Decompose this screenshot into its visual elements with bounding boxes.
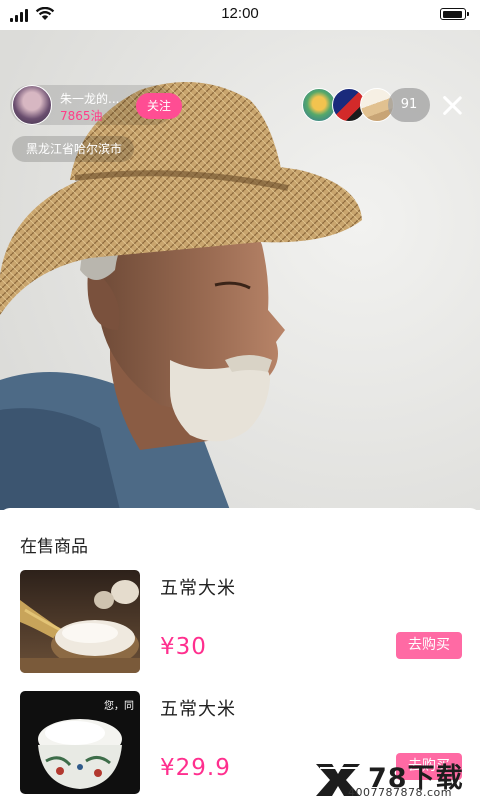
host-name: 朱一龙的... [60, 92, 120, 106]
thumbnail-caption: 您，同 [104, 701, 134, 712]
product-name: 五常大米 [160, 578, 236, 599]
status-bar: 12:00 [0, 0, 480, 30]
rice-bowl-image [20, 570, 140, 673]
product-price: ¥29.9 [160, 755, 231, 781]
viewer-avatar[interactable] [302, 88, 336, 122]
buy-button[interactable]: 去购买 [396, 632, 462, 659]
host-likes-count: 7865油 [60, 109, 103, 123]
product-item[interactable]: 五常大米 ¥30 去购买 [0, 570, 480, 682]
product-name: 五常大米 [160, 699, 236, 720]
watermark-phone: 4007787878.com [348, 786, 452, 799]
battery-icon [440, 8, 469, 20]
location-badge: 黑龙江省哈尔滨市 [12, 136, 135, 162]
watermark: 78下载 4007787878.com [308, 756, 480, 800]
product-price: ¥30 [160, 634, 207, 660]
product-thumbnail[interactable]: 您，同 [20, 691, 140, 794]
close-icon[interactable] [441, 94, 463, 116]
host-info[interactable]: 朱一龙的... 7865油 关注 [10, 85, 182, 125]
status-time: 12:00 [221, 5, 259, 22]
follow-button[interactable]: 关注 [136, 93, 182, 119]
host-avatar[interactable] [12, 85, 52, 125]
viewer-count-badge[interactable]: 91 [388, 88, 430, 122]
products-sheet-title: 在售商品 [20, 537, 88, 557]
product-thumbnail[interactable] [20, 570, 140, 673]
